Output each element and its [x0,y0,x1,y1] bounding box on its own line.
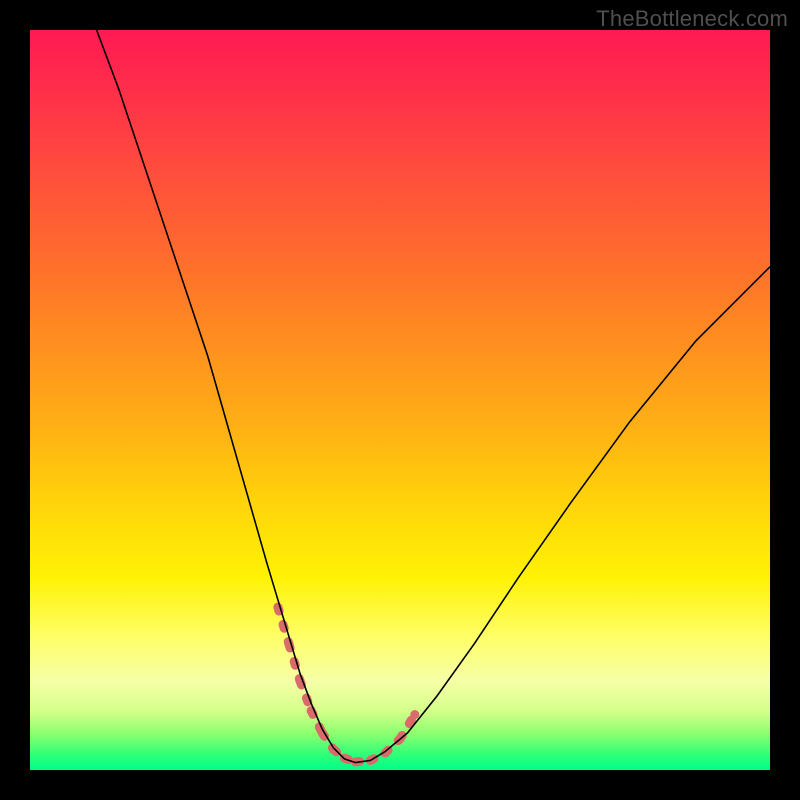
marker-segment [289,644,300,681]
marker-segment [278,607,289,644]
plot-area [30,30,770,770]
watermark-text: TheBottleneck.com [596,6,788,32]
marker-segment [300,681,311,711]
chart-frame: TheBottleneck.com [0,0,800,800]
curve-svg [30,30,770,770]
bottleneck-curve [97,30,770,763]
